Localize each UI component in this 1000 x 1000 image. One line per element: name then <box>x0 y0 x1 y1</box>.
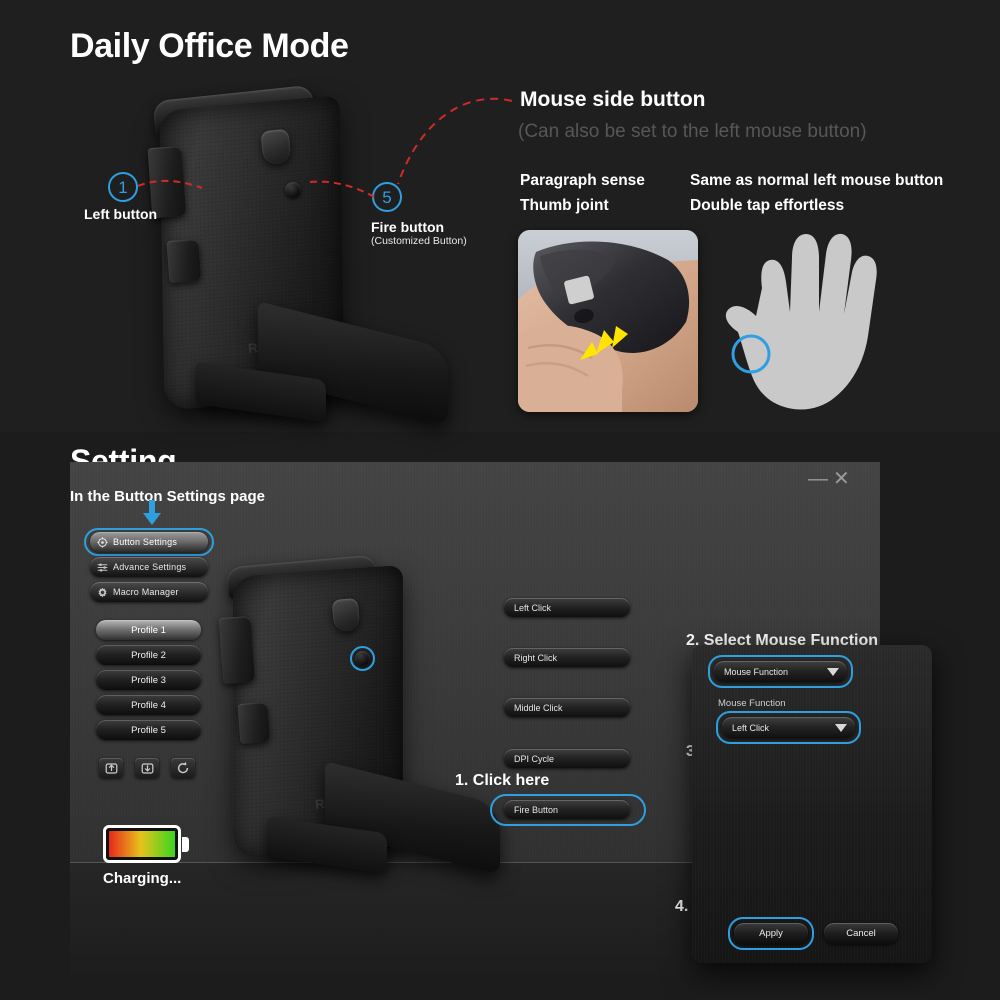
mouse-fire-button-dot <box>285 182 301 198</box>
minimize-button[interactable]: — <box>808 468 828 491</box>
mouse-function-dialog: Mouse Function Mouse Function Left Click… <box>692 645 932 963</box>
fire-button-highlight-circle <box>350 646 375 671</box>
sidebar-item-macro-manager[interactable]: Macro Manager <box>90 582 208 602</box>
reset-button[interactable] <box>171 758 195 778</box>
function-dropdown-value: Left Click <box>732 722 770 733</box>
export-icon <box>141 762 153 774</box>
poster-root: Daily Office Mode RAGNOK 1 Left button 5… <box>0 0 1000 1000</box>
callout-label-fire-button: Fire button <box>371 219 445 235</box>
battery-status-widget: Charging... <box>103 825 190 887</box>
action-button-dpi-cycle[interactable]: DPI Cycle <box>504 749 630 768</box>
gear-icon <box>98 587 107 597</box>
side-button-heading: Mouse side button <box>520 88 706 111</box>
setting-hint-text: In the Button Settings page <box>70 488 265 505</box>
feature-column-left: Paragraph sense Thumb joint <box>520 168 645 218</box>
close-button[interactable]: ✕ <box>833 466 850 491</box>
side-button-subheading: (Can also be set to the left mouse butto… <box>518 121 867 142</box>
import-icon <box>105 762 117 774</box>
sidebar-item-button-settings[interactable]: Button Settings <box>90 532 208 552</box>
sliders-icon <box>97 562 108 572</box>
callout-dash-side-button <box>397 97 513 185</box>
feature-double-tap: Double tap effortless <box>690 197 845 214</box>
category-dropdown[interactable]: Mouse Function <box>714 661 847 682</box>
battery-cap <box>182 837 190 852</box>
battery-fill <box>109 831 175 857</box>
page-title: Daily Office Mode <box>70 27 349 65</box>
apply-button[interactable]: Apply <box>734 923 808 944</box>
settings-mouse-illustration: RAGNOK <box>215 554 515 885</box>
step-1-label: 1. Click here <box>455 772 550 789</box>
mouse-function-caption: Mouse Function <box>718 698 786 709</box>
chevron-down-icon-category <box>827 667 839 676</box>
thumb-press-photo <box>518 230 698 412</box>
feature-column-right: Same as normal left mouse button Double … <box>690 168 943 218</box>
callout-sub-customized: (Customized Button) <box>371 235 467 247</box>
sidebar-label-advance-settings: Advance Settings <box>113 562 187 572</box>
export-profile-button[interactable] <box>135 758 159 778</box>
thumb-press-photo-art <box>518 230 698 412</box>
profile-button-1[interactable]: Profile 1 <box>96 620 201 640</box>
profile-button-2[interactable]: Profile 2 <box>96 645 201 665</box>
blue-down-arrow-icon <box>143 500 161 525</box>
hand-silhouette-art <box>725 233 877 410</box>
feature-paragraph-sense: Paragraph sense <box>520 172 645 189</box>
battery-shell <box>103 825 181 863</box>
action-button-left-click[interactable]: Left Click <box>504 598 630 617</box>
chevron-down-icon-function <box>835 723 847 732</box>
profile-button-5[interactable]: Profile 5 <box>96 720 201 740</box>
callout-badge-1: 1 <box>108 172 138 202</box>
category-dropdown-value: Mouse Function <box>724 666 789 677</box>
sidebar-label-macro-manager: Macro Manager <box>113 587 179 597</box>
feature-thumb-joint: Thumb joint <box>520 197 609 214</box>
sidebar-label-button-settings: Button Settings <box>113 537 178 547</box>
profile-button-4[interactable]: Profile 4 <box>96 695 201 715</box>
import-profile-button[interactable] <box>99 758 123 778</box>
cancel-button[interactable]: Cancel <box>824 923 898 944</box>
action-button-right-click[interactable]: Right Click <box>504 648 630 667</box>
target-icon <box>97 536 108 548</box>
profile-button-3[interactable]: Profile 3 <box>96 670 201 690</box>
settings-mouse-thumb-button <box>237 702 271 744</box>
callout-dash-5 <box>309 180 377 199</box>
battery-icon <box>103 825 190 863</box>
feature-same-as-left-click: Same as normal left mouse button <box>690 172 944 189</box>
sidebar-item-advance-settings[interactable]: Advance Settings <box>90 557 208 577</box>
daily-office-mode-section: Daily Office Mode RAGNOK 1 Left button 5… <box>0 0 1000 432</box>
mouse-thumb-button <box>166 238 202 284</box>
reset-icon <box>177 761 189 774</box>
hand-silhouette <box>700 228 900 414</box>
action-button-fire-button[interactable]: Fire Button <box>504 800 630 819</box>
function-dropdown[interactable]: Left Click <box>722 717 855 738</box>
callout-dash-1 <box>137 179 203 189</box>
charging-label: Charging... <box>103 870 182 887</box>
callout-label-left-button: Left button <box>84 206 158 222</box>
settings-mouse-left-button <box>218 615 256 685</box>
action-button-middle-click[interactable]: Middle Click <box>504 698 630 717</box>
